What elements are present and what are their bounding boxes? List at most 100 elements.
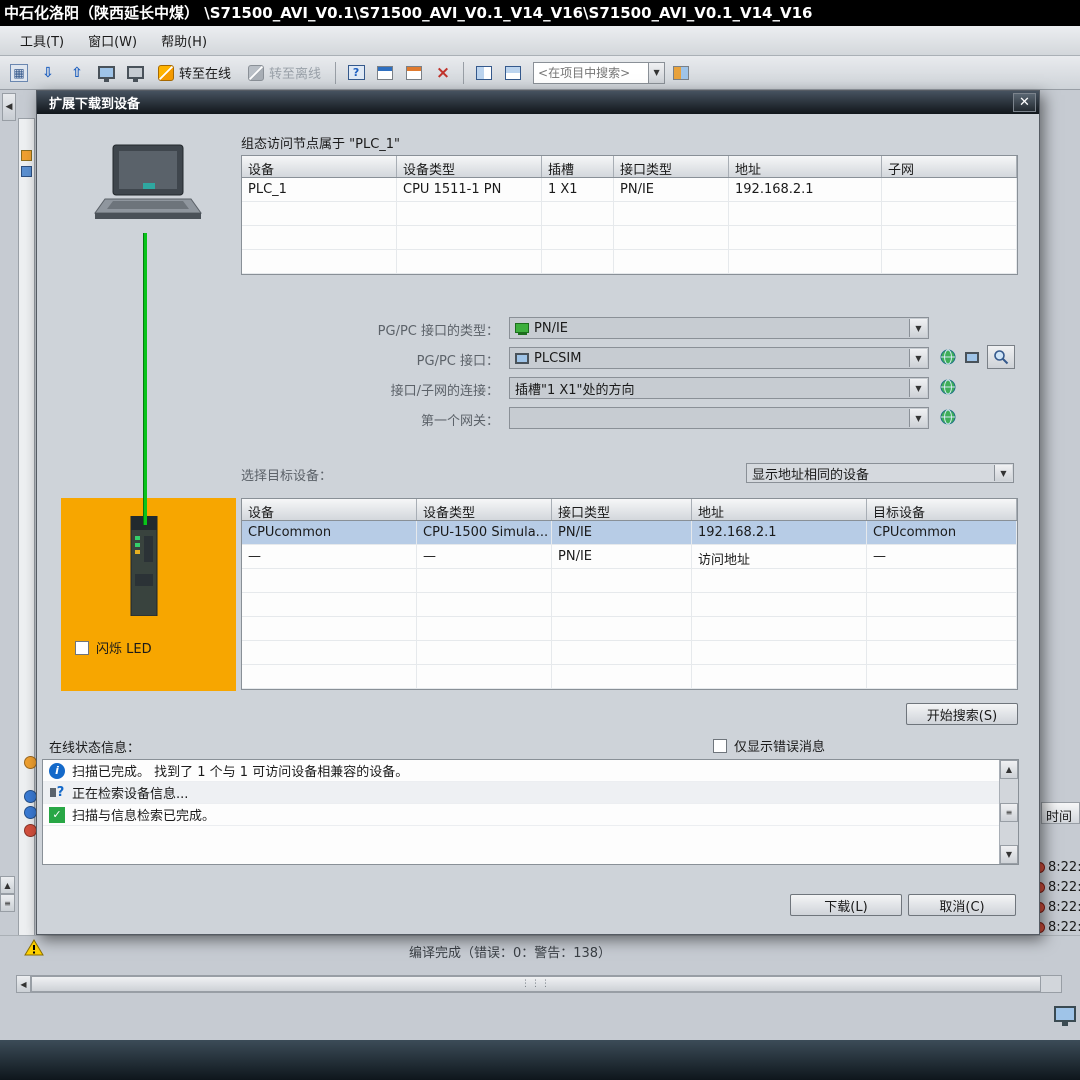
target-filter-dropdown[interactable]: 显示地址相同的设备 ▼ — [746, 463, 1014, 483]
column-header[interactable]: 地址 — [692, 499, 867, 520]
collapse-sidebar-button[interactable]: ◀ — [2, 93, 16, 121]
scroll-thumb[interactable]: ≡ — [1000, 803, 1018, 822]
chevron-down-icon[interactable]: ▼ — [909, 409, 927, 427]
download-to-device-button[interactable] — [35, 60, 61, 86]
grid-view-button[interactable] — [6, 60, 32, 86]
pgpc-type-dropdown[interactable]: PN/IE ▼ — [509, 317, 929, 339]
status-message[interactable]: 扫描已完成。 找到了 1 个与 1 可访问设备相兼容的设备。 — [43, 760, 999, 782]
online-status-monitor-button[interactable] — [961, 346, 983, 368]
chevron-down-icon[interactable]: ▼ — [648, 63, 664, 83]
scroll-down-button[interactable]: ▼ — [1000, 845, 1018, 864]
table-orange-icon — [406, 66, 422, 80]
orange-node-icon — [21, 150, 32, 161]
time-column-header[interactable]: 时间 — [1041, 802, 1080, 824]
stop-cpu-button[interactable] — [401, 60, 427, 86]
monitor-blue-icon — [98, 66, 115, 79]
split-editor-vertical-button[interactable] — [500, 60, 526, 86]
go-online-button[interactable]: 转至在线 — [151, 60, 238, 86]
only-errors-label: 仅显示错误消息 — [734, 736, 825, 755]
accessible-devices-button[interactable] — [343, 60, 369, 86]
column-header[interactable]: 设备 — [242, 156, 397, 177]
column-header[interactable]: 设备类型 — [397, 156, 542, 177]
gateway-properties-button[interactable] — [937, 406, 959, 428]
menu-tools[interactable]: 工具(T) — [8, 27, 76, 54]
pgpc-interface-dropdown[interactable]: PLCSIM ▼ — [509, 347, 929, 369]
table-row-selected[interactable]: CPUcommon CPU-1500 Simula... PN/IE 192.1… — [242, 521, 1017, 545]
target-device-panel: 闪烁 LED — [61, 498, 236, 691]
start-simulation-button[interactable] — [93, 60, 119, 86]
start-cpu-button[interactable] — [372, 60, 398, 86]
close-icon[interactable]: ✕ — [1013, 93, 1036, 112]
connection-properties-button[interactable] — [937, 376, 959, 398]
select-target-label: 选择目标设备： — [241, 465, 332, 484]
cancel-button[interactable]: 取消(C) — [908, 894, 1016, 916]
column-header[interactable]: 插槽 — [542, 156, 614, 177]
interface-properties-button[interactable] — [937, 346, 959, 368]
chevron-down-icon[interactable]: ▼ — [909, 379, 927, 397]
column-header[interactable]: 接口类型 — [614, 156, 729, 177]
cross-reference-button[interactable] — [430, 60, 456, 86]
column-header[interactable]: 目标设备 — [867, 499, 1017, 520]
status-message[interactable]: 扫描与信息检索已完成。 — [43, 804, 999, 826]
pgpc-interface-label: PG/PC 接口： — [187, 347, 499, 369]
chevron-down-icon[interactable]: ▼ — [909, 319, 927, 337]
magnifier-icon — [993, 349, 1009, 365]
gateway-dropdown[interactable]: ▼ — [509, 407, 929, 429]
upload-from-device-button[interactable] — [64, 60, 90, 86]
horizontal-scroll-thumb[interactable] — [31, 976, 1041, 992]
right-panel-fragment: 时间 8:22:2 8:22:2 8:22:2 8:22:2 8:22:2 — [1040, 90, 1080, 975]
connection-dropdown[interactable]: 插槽"1 X1"处的方向 ▼ — [509, 377, 929, 399]
go-offline-button[interactable]: 转至离线 — [241, 60, 328, 86]
online-status-label: 在线状态信息： — [49, 737, 140, 756]
only-errors-option: 仅显示错误消息 — [713, 736, 825, 755]
table-row-empty — [242, 641, 1017, 665]
chevron-down-icon[interactable]: ▼ — [909, 349, 927, 367]
scroll-left-button[interactable]: ◀ — [17, 976, 31, 992]
only-errors-checkbox[interactable] — [713, 739, 727, 753]
monitor-gray-icon — [127, 66, 144, 79]
globe-icon — [940, 409, 956, 425]
column-header[interactable]: 子网 — [882, 156, 1017, 177]
download-button[interactable]: 下载(L) — [790, 894, 902, 916]
flash-led-label: 闪烁 LED — [96, 638, 152, 657]
chevron-down-icon[interactable]: ▼ — [994, 465, 1012, 481]
status-message[interactable]: 正在检索设备信息... — [43, 782, 999, 804]
device-question-icon — [348, 65, 365, 80]
target-device-table: 设备 设备类型 接口类型 地址 目标设备 CPUcommon CPU-1500 … — [241, 498, 1018, 690]
column-header[interactable]: 接口类型 — [552, 499, 692, 520]
start-search-button[interactable]: 开始搜索(S) — [906, 703, 1018, 725]
network-card-icon — [515, 323, 529, 333]
menu-window[interactable]: 窗口(W) — [76, 27, 149, 54]
flash-led-checkbox[interactable] — [75, 641, 89, 655]
library-view-button[interactable] — [668, 60, 694, 86]
column-header[interactable]: 设备 — [242, 499, 417, 520]
table-row[interactable]: — — PN/IE 访问地址 — — [242, 545, 1017, 569]
column-header[interactable]: 设备类型 — [417, 499, 552, 520]
portal-window-icon[interactable] — [1054, 1006, 1076, 1022]
network-cable — [143, 233, 147, 525]
column-header[interactable]: 地址 — [729, 156, 882, 177]
log-row: 8:22:2 — [1034, 900, 1080, 915]
table-row[interactable]: PLC_1 CPU 1511-1 PN 1 X1 PN/IE 192.168.2… — [242, 178, 1017, 202]
table-row-empty — [242, 569, 1017, 593]
table-blue-icon — [377, 66, 393, 80]
scroll-up-button[interactable]: ▲ — [1000, 760, 1018, 779]
dialog-title-bar[interactable]: 扩展下载到设备 — [37, 91, 1039, 114]
compile-status-strip: 编译完成（错误：0：警告：138） — [0, 935, 1080, 975]
log-row: 8:22:2 — [1034, 920, 1080, 935]
table-row-empty — [242, 617, 1017, 641]
menu-help[interactable]: 帮助(H) — [149, 27, 219, 54]
flash-search-button[interactable] — [987, 345, 1015, 369]
scroll-up-button[interactable]: ▲ — [0, 876, 15, 894]
horizontal-scrollbar[interactable]: ◀ — [16, 975, 1062, 993]
stop-simulation-button[interactable] — [122, 60, 148, 86]
split-vertical-icon — [505, 66, 521, 80]
project-search-combo[interactable]: ▼ — [533, 62, 665, 84]
split-editor-horizontal-button[interactable] — [471, 60, 497, 86]
flash-led-option: 闪烁 LED — [75, 638, 152, 657]
table-row-empty — [242, 202, 1017, 226]
project-search-input[interactable] — [534, 66, 644, 80]
scroll-thumb[interactable]: ≡ — [0, 894, 15, 912]
config-node-label: 组态访问节点属于 "PLC_1" — [241, 133, 400, 152]
status-scrollbar[interactable]: ▲ ≡ ▼ — [999, 760, 1018, 864]
